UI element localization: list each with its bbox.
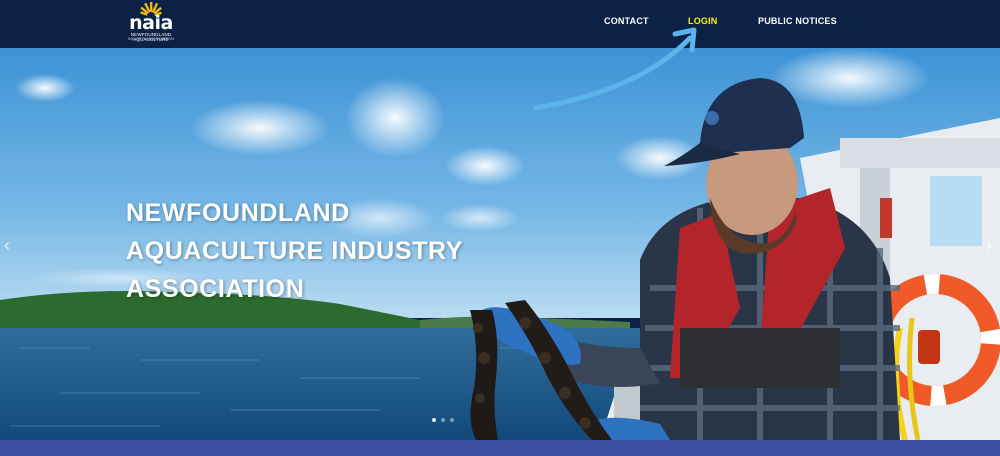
hero-title-line: NEWFOUNDLAND [126,199,350,227]
hero-slider: NEWFOUNDLAND AQUACULTURE INDUSTRY ASSOCI… [0,48,1000,440]
logo-subtitle-secondary: INDUSTRY ASSOCIATION [128,37,174,41]
slider-next-icon[interactable]: › [986,236,992,254]
hero-title-line: ASSOCIATION [126,275,305,303]
slider-dot[interactable] [441,418,445,422]
nav-login-link[interactable]: LOGIN [688,16,718,26]
main-menu: CONTACT LOGIN PUBLIC NOTICES [0,16,1000,44]
slider-dot[interactable] [450,418,454,422]
top-navigation-bar: naia NEWFOUNDLAND AQUACULTURE INDUSTRY A… [0,0,1000,48]
login-highlight [706,34,728,44]
slider-dot[interactable] [432,418,436,422]
slider-pagination [432,418,472,424]
hero-title: NEWFOUNDLAND AQUACULTURE INDUSTRY ASSOCI… [126,194,546,308]
nav-public-notices-link[interactable]: PUBLIC NOTICES [758,16,837,26]
hero-title-line: AQUACULTURE INDUSTRY [126,237,463,265]
section-strip [0,440,1000,456]
nav-contact-link[interactable]: CONTACT [604,16,649,26]
slider-prev-icon[interactable]: ‹ [4,236,10,254]
